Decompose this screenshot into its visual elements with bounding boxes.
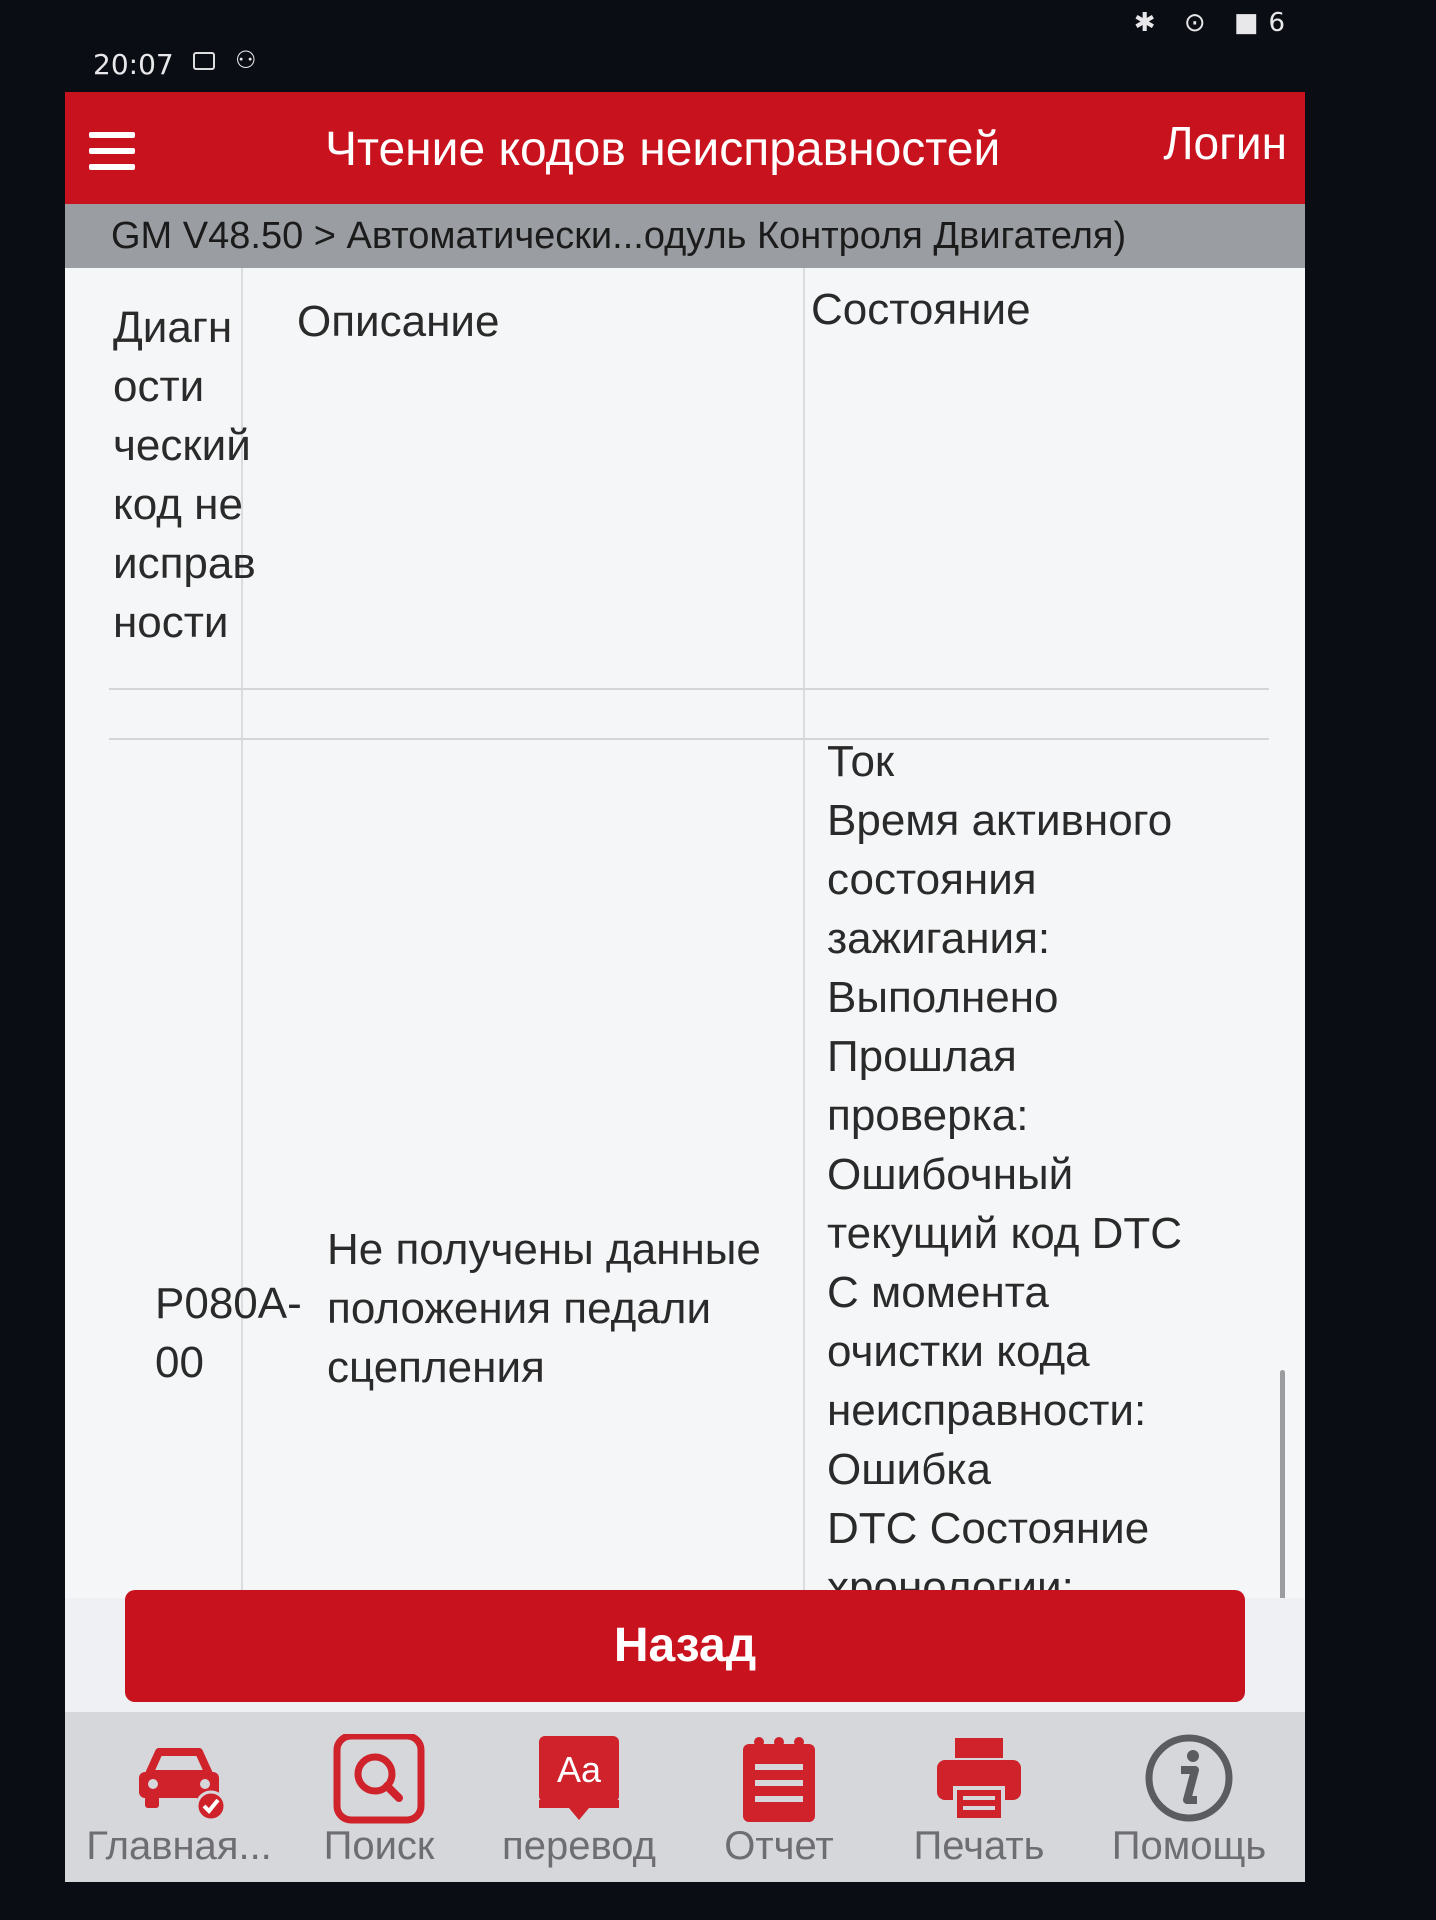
column-divider: [803, 268, 805, 1598]
header-row-divider: [109, 688, 1269, 690]
nav-home[interactable]: Главная...: [79, 1712, 279, 1882]
svg-text:Aa: Aa: [557, 1749, 602, 1790]
status-icons: ✱ ⊙ ■6: [1133, 8, 1295, 38]
help-icon: [1145, 1734, 1233, 1822]
nav-translate[interactable]: Aa перевод: [479, 1712, 679, 1882]
app-window: Чтение кодов неисправностей Логин GM V48…: [65, 92, 1305, 1882]
search-icon: [333, 1734, 425, 1824]
app-header: Чтение кодов неисправностей Логин: [65, 92, 1305, 204]
status-time: 20:07: [93, 48, 174, 81]
image-notification-icon: [193, 52, 215, 70]
print-icon: [937, 1738, 1021, 1822]
nav-search-label: Поиск: [323, 1824, 435, 1868]
breadcrumb: GM V48.50 > Автоматически...одуль Контро…: [65, 204, 1305, 268]
usb-icon: ⚇: [235, 46, 257, 74]
translate-icon: Aa: [539, 1736, 619, 1820]
dtc-code: P080A- 00: [155, 1279, 302, 1387]
login-button[interactable]: Логин: [1163, 116, 1287, 170]
dtc-table: Диагн ости ческий код не исправ ности Оп…: [65, 268, 1305, 1598]
nav-translate-label: перевод: [502, 1824, 656, 1868]
back-button[interactable]: Назад: [125, 1590, 1245, 1702]
nav-home-label: Главная...: [86, 1824, 272, 1868]
nav-search[interactable]: Поиск: [279, 1712, 479, 1882]
nav-report[interactable]: Отчет: [679, 1712, 879, 1882]
bottom-nav: Главная... Поиск Aa перевод Отчет Печать…: [65, 1712, 1305, 1882]
status-bar: 20:07 ⚇ ✱ ⊙ ■6: [65, 0, 1305, 88]
report-icon: [743, 1737, 815, 1822]
nav-help[interactable]: Помощь: [1079, 1712, 1299, 1882]
nav-report-label: Отчет: [724, 1824, 834, 1868]
car-icon: [139, 1748, 227, 1822]
column-header-code: Диагн ости ческий код не исправ ности: [113, 303, 256, 647]
dtc-status: Ток Время активного состояния зажигания:…: [827, 737, 1183, 1598]
nav-help-label: Помощь: [1111, 1824, 1267, 1868]
page-title: Чтение кодов неисправностей: [325, 123, 1001, 176]
dtc-description: Не получены данные положения педали сцеп…: [327, 1225, 761, 1392]
nav-print-label: Печать: [913, 1824, 1045, 1868]
column-header-description: Описание: [297, 297, 500, 346]
scrollbar[interactable]: [1280, 1370, 1285, 1598]
hamburger-menu-icon[interactable]: [89, 132, 135, 170]
nav-print[interactable]: Печать: [879, 1712, 1079, 1882]
column-header-status: Состояние: [811, 285, 1031, 334]
